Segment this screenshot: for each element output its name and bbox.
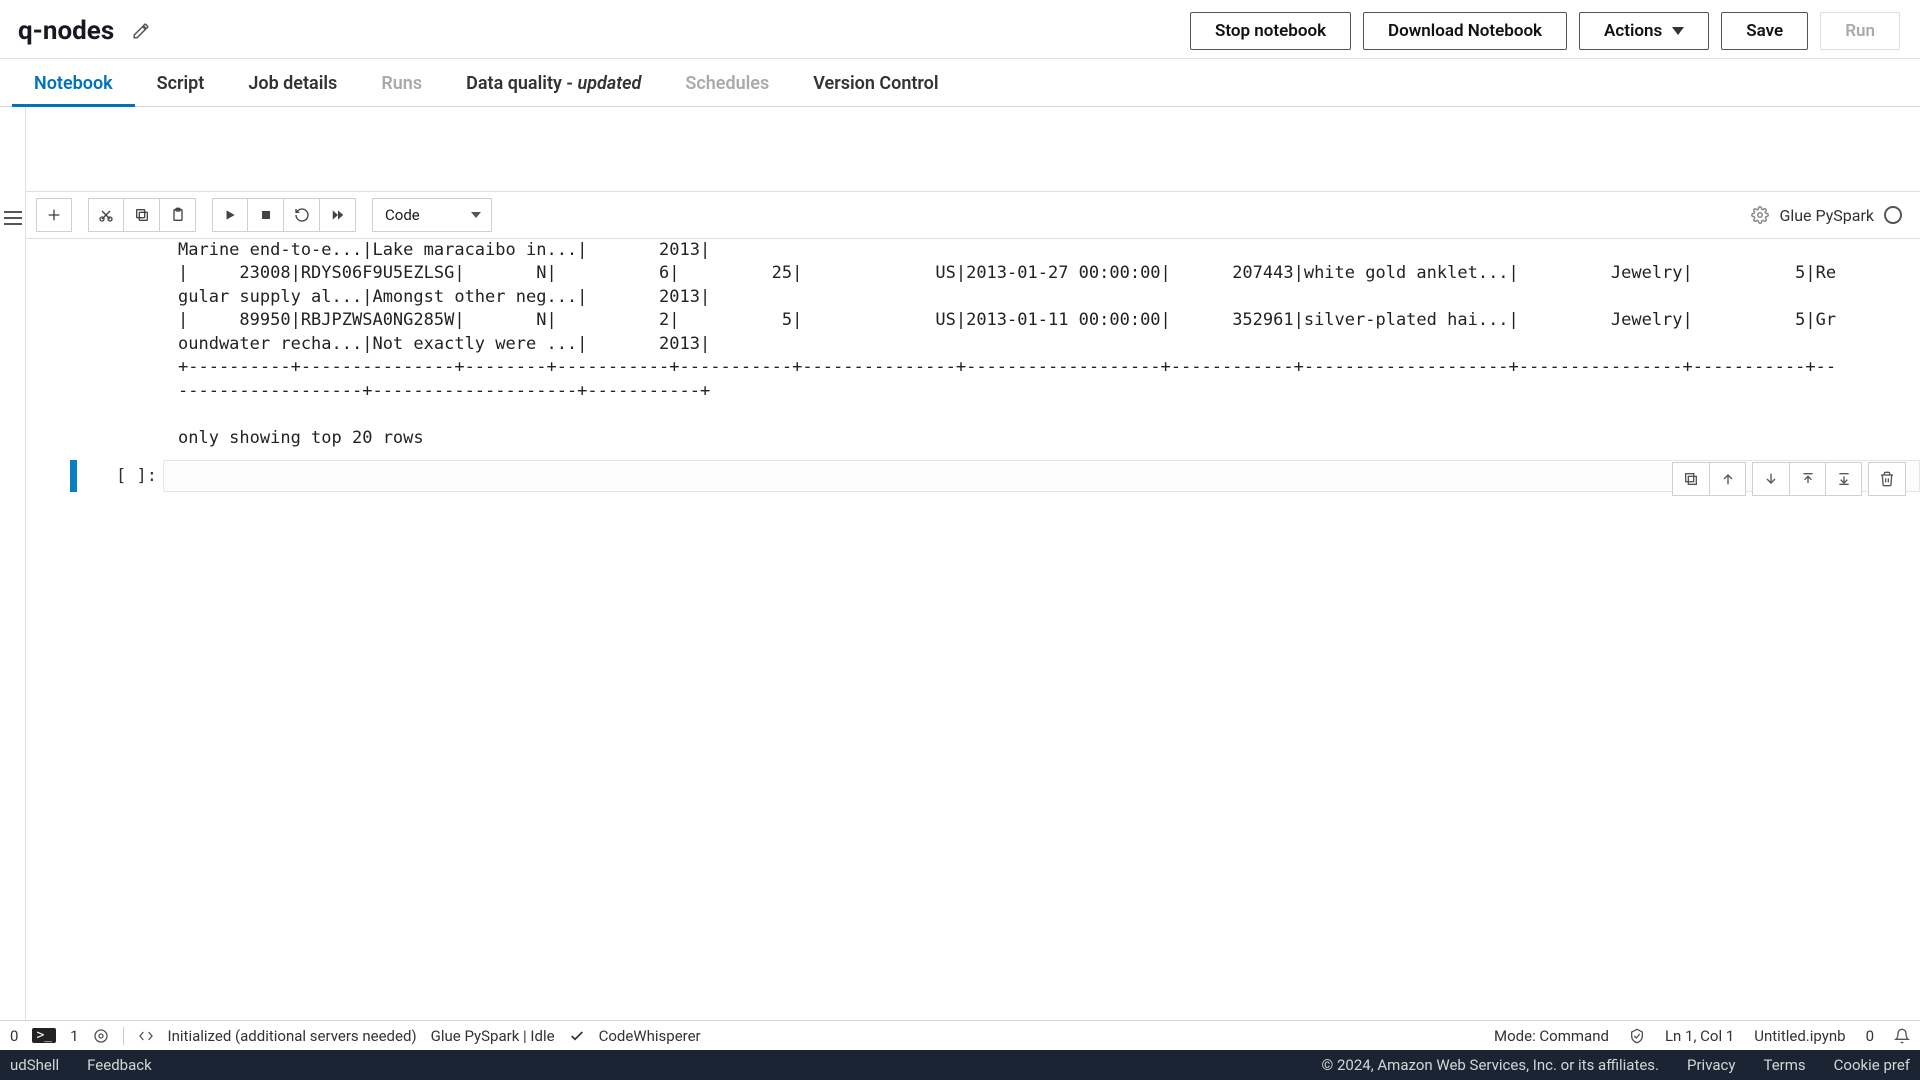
- cell-tools: [1672, 462, 1906, 496]
- status-bar: 0 >_ 1 Initialized (additional servers n…: [0, 1020, 1920, 1050]
- tab-runs: Runs: [359, 59, 444, 106]
- footer-cloudshell[interactable]: udShell: [10, 1056, 59, 1074]
- status-one[interactable]: 1: [70, 1027, 78, 1045]
- cell-input[interactable]: [163, 460, 1920, 492]
- cell-type-select[interactable]: Code: [372, 198, 492, 232]
- status-notif-count[interactable]: 0: [1866, 1027, 1874, 1045]
- bell-icon[interactable]: [1894, 1028, 1910, 1044]
- cell-prompt: [ ]:: [77, 460, 163, 492]
- actions-label: Actions: [1604, 21, 1662, 41]
- lsp-icon: [138, 1028, 154, 1044]
- header: q-nodes Stop notebook Download Notebook …: [0, 0, 1920, 59]
- footer-copyright: © 2024, Amazon Web Services, Inc. or its…: [1322, 1056, 1660, 1074]
- save-button[interactable]: Save: [1721, 12, 1808, 50]
- left-rail: [0, 107, 26, 1020]
- tabs: Notebook Script Job details Runs Data qu…: [0, 59, 1920, 107]
- tab-script[interactable]: Script: [135, 59, 227, 106]
- gear-icon: [1751, 206, 1769, 224]
- tab-data-quality[interactable]: Data quality - updated: [444, 59, 663, 106]
- tab-schedules: Schedules: [663, 59, 791, 106]
- settings-icon[interactable]: [93, 1028, 109, 1044]
- chevron-down-icon: [1672, 27, 1684, 35]
- trust-icon[interactable]: [1629, 1028, 1645, 1044]
- run-button: Run: [1820, 12, 1900, 50]
- run-cell-button[interactable]: [212, 198, 248, 232]
- duplicate-cell-button[interactable]: [1673, 463, 1709, 495]
- tab-job-details[interactable]: Job details: [226, 59, 359, 106]
- stop-notebook-button[interactable]: Stop notebook: [1190, 12, 1351, 50]
- footer-privacy[interactable]: Privacy: [1687, 1056, 1735, 1074]
- tab-version-control[interactable]: Version Control: [791, 59, 960, 106]
- cut-button[interactable]: [88, 198, 124, 232]
- insert-below-button[interactable]: [1825, 463, 1861, 495]
- notebook-body[interactable]: Marine end-to-e...|Lake maracaibo in...|…: [26, 239, 1920, 1020]
- move-down-button[interactable]: [1753, 463, 1789, 495]
- kernel-indicator[interactable]: Glue PySpark: [1751, 206, 1910, 225]
- check-icon: [569, 1028, 585, 1044]
- download-notebook-button[interactable]: Download Notebook: [1363, 12, 1567, 50]
- add-cell-button[interactable]: [36, 198, 72, 232]
- move-up-button[interactable]: [1709, 463, 1745, 495]
- status-mode[interactable]: Mode: Command: [1494, 1027, 1609, 1045]
- kernel-status-icon: [1884, 206, 1902, 224]
- status-position[interactable]: Ln 1, Col 1: [1665, 1027, 1734, 1045]
- actions-button[interactable]: Actions: [1579, 12, 1709, 50]
- tab-notebook[interactable]: Notebook: [12, 59, 135, 106]
- status-kernel[interactable]: Glue PySpark | Idle: [431, 1027, 555, 1045]
- paste-button[interactable]: [160, 198, 196, 232]
- menu-icon[interactable]: [4, 211, 22, 225]
- cell-output: Marine end-to-e...|Lake maracaibo in...|…: [26, 239, 1920, 450]
- footer-feedback[interactable]: Feedback: [87, 1056, 152, 1074]
- notebook-toolbar: Code Glue PySpark: [26, 191, 1920, 239]
- delete-cell-button[interactable]: [1869, 463, 1905, 495]
- cell-active-bar: [70, 460, 77, 492]
- run-all-button[interactable]: [320, 198, 356, 232]
- terminal-icon[interactable]: >_: [32, 1028, 56, 1043]
- code-cell[interactable]: [ ]:: [26, 460, 1920, 492]
- restart-kernel-button[interactable]: [284, 198, 320, 232]
- kernel-name: Glue PySpark: [1779, 206, 1874, 225]
- status-zero[interactable]: 0: [10, 1027, 18, 1045]
- notebook-container: Code Glue PySpark Marine end-to-e...|Lak…: [0, 107, 1920, 1020]
- copy-button[interactable]: [124, 198, 160, 232]
- page-title: q-nodes: [18, 16, 114, 46]
- insert-above-button[interactable]: [1789, 463, 1825, 495]
- status-initialized[interactable]: Initialized (additional servers needed): [168, 1027, 417, 1045]
- footer-cookie[interactable]: Cookie pref: [1834, 1056, 1910, 1074]
- status-filename[interactable]: Untitled.ipynb: [1754, 1027, 1845, 1045]
- footer: udShell Feedback © 2024, Amazon Web Serv…: [0, 1050, 1920, 1080]
- footer-terms[interactable]: Terms: [1763, 1056, 1805, 1074]
- edit-icon[interactable]: [132, 22, 150, 40]
- stop-kernel-button[interactable]: [248, 198, 284, 232]
- status-codewhisperer[interactable]: CodeWhisperer: [599, 1027, 701, 1045]
